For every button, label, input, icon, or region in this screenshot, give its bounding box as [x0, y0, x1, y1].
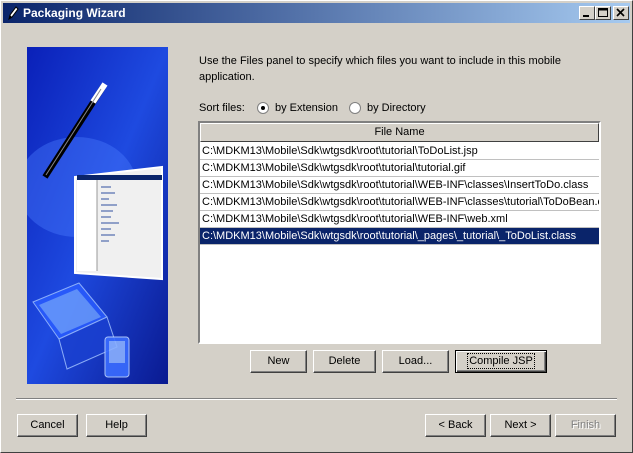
new-button-label: New	[267, 355, 290, 367]
delete-button[interactable]: Delete	[313, 350, 376, 373]
compile-jsp-button[interactable]: Compile JSP	[455, 350, 547, 373]
maximize-icon	[598, 8, 608, 17]
help-button[interactable]: Help	[86, 414, 147, 437]
minimize-button[interactable]	[579, 6, 595, 20]
close-icon	[616, 8, 625, 17]
file-rows: C:\MDKM13\Mobile\Sdk\wtgsdk\root\tutoria…	[200, 143, 599, 245]
file-name-column-header[interactable]: File Name	[200, 123, 599, 142]
footer-separator	[16, 398, 617, 400]
new-button[interactable]: New	[250, 350, 307, 373]
finish-button[interactable]: Finish	[555, 414, 616, 437]
pda-icon	[104, 336, 130, 378]
table-row[interactable]: C:\MDKM13\Mobile\Sdk\wtgsdk\root\tutoria…	[200, 143, 599, 160]
radio-unchecked-icon	[349, 102, 361, 114]
instructions-text: Use the Files panel to specify which fil…	[199, 55, 561, 83]
sort-by-extension-radio[interactable]: by Extension	[257, 100, 338, 116]
table-row-selected[interactable]: C:\MDKM13\Mobile\Sdk\wtgsdk\root\tutoria…	[200, 228, 599, 245]
sort-files-label: Sort files:	[199, 102, 245, 114]
wizard-illustration	[27, 47, 168, 384]
pencil-icon	[6, 5, 20, 21]
back-button-label: < Back	[438, 419, 473, 431]
next-button-label: Next >	[504, 419, 537, 431]
sort-by-directory-radio[interactable]: by Directory	[349, 100, 426, 116]
table-row[interactable]: C:\MDKM13\Mobile\Sdk\wtgsdk\root\tutoria…	[200, 160, 599, 177]
packaging-wizard-window: Packaging Wizard Use the Files panel to …	[0, 0, 633, 453]
compile-jsp-button-label: Compile JSP	[467, 353, 535, 369]
screen-thumbnail-icon	[74, 165, 163, 281]
delete-button-label: Delete	[328, 355, 361, 367]
file-list[interactable]: File Name C:\MDKM13\Mobile\Sdk\wtgsdk\ro…	[198, 121, 601, 344]
minimize-icon	[583, 15, 589, 17]
radio-checked-icon	[257, 102, 269, 114]
table-row[interactable]: C:\MDKM13\Mobile\Sdk\wtgsdk\root\tutoria…	[200, 211, 599, 228]
sort-by-directory-label: by Directory	[367, 102, 426, 114]
cancel-button[interactable]: Cancel	[17, 414, 78, 437]
load-button-label: Load...	[398, 355, 433, 367]
sort-by-extension-label: by Extension	[275, 102, 338, 114]
help-button-label: Help	[105, 419, 128, 431]
window-title: Packaging Wizard	[23, 6, 126, 20]
table-row[interactable]: C:\MDKM13\Mobile\Sdk\wtgsdk\root\tutoria…	[200, 177, 599, 194]
cancel-button-label: Cancel	[30, 419, 65, 431]
table-row[interactable]: C:\MDKM13\Mobile\Sdk\wtgsdk\root\tutoria…	[200, 194, 599, 211]
next-button[interactable]: Next >	[490, 414, 551, 437]
finish-button-label: Finish	[570, 419, 601, 431]
maximize-button[interactable]	[595, 6, 611, 20]
back-button[interactable]: < Back	[425, 414, 486, 437]
close-button[interactable]	[613, 6, 629, 20]
load-button[interactable]: Load...	[382, 350, 449, 373]
title-bar[interactable]: Packaging Wizard	[3, 3, 630, 23]
